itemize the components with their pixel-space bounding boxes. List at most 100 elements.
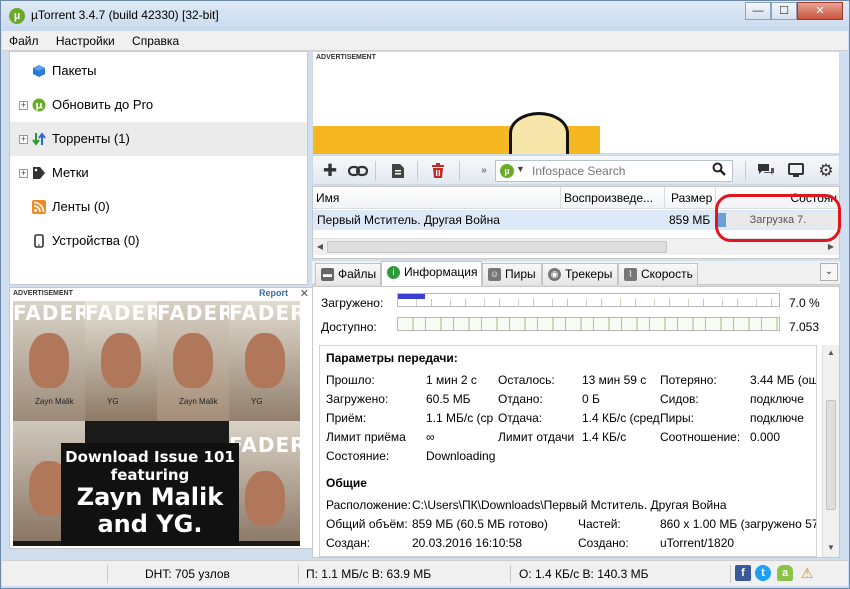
search-icon[interactable]: [712, 162, 726, 179]
warning-icon[interactable]: ⚠: [799, 565, 815, 581]
upload-speed-label: Отдача:: [498, 411, 543, 425]
menu-help[interactable]: Справка: [125, 31, 186, 51]
scroll-up-icon[interactable]: ▲: [825, 347, 837, 359]
sidebar-item-label: Пакеты: [52, 63, 97, 78]
scroll-down-icon[interactable]: ▼: [825, 542, 837, 554]
expand-icon[interactable]: +: [19, 101, 28, 110]
tab-info[interactable]: i Информация: [381, 261, 482, 286]
pieces-label: Частей:: [578, 517, 621, 531]
menu-settings[interactable]: Настройки: [49, 31, 122, 51]
downloaded-amount-label: Загружено:: [326, 392, 389, 406]
top-advertisement[interactable]: ADVERTISEMENT: [312, 51, 840, 154]
device-icon: [34, 234, 44, 248]
magazine-title: FADER: [229, 301, 300, 325]
sidebar-item-labels[interactable]: + Метки: [10, 156, 307, 190]
uploaded-label: Отдано:: [498, 392, 543, 406]
sidebar-item-devices[interactable]: Устройства (0): [10, 224, 307, 258]
android-icon[interactable]: a: [777, 565, 793, 581]
maximize-button[interactable]: ☐: [771, 2, 797, 20]
tab-files[interactable]: ▬ Файлы: [315, 263, 381, 285]
ad-label: ADVERTISEMENT: [316, 54, 376, 61]
dht-status[interactable]: DHT: 705 узлов: [145, 567, 230, 581]
tab-speed[interactable]: ⌇ Скорость: [618, 263, 698, 285]
cover-name: YG: [251, 397, 263, 406]
sidebar-item-torrents[interactable]: + Торренты (1): [10, 122, 307, 156]
expand-icon[interactable]: +: [19, 135, 28, 144]
facebook-icon[interactable]: f: [735, 565, 751, 581]
scrollbar-thumb[interactable]: [327, 241, 667, 253]
total-size-label: Общий объём:: [326, 517, 408, 531]
title-bar: µ µTorrent 3.4.7 (build 42330) [32-bit] …: [1, 1, 849, 31]
tab-peers[interactable]: ☺ Пиры: [482, 263, 542, 285]
downloaded-bar: [397, 293, 780, 307]
sidebar: Пакеты + µ Обновить до Pro + Торренты (1…: [9, 51, 308, 285]
torrents-arrows-icon: [32, 132, 46, 146]
package-icon: [33, 65, 45, 77]
toolbar: ✚ » µ ▼ ⚙: [312, 155, 840, 185]
remote-icon[interactable]: [785, 160, 807, 182]
ad-label: ADVERTISEMENT: [13, 290, 73, 297]
overflow-chevron-icon[interactable]: »: [473, 160, 495, 182]
created-label: Создан:: [326, 536, 371, 550]
peers-value: подключе: [750, 411, 804, 425]
seeds-value: подключе: [750, 392, 804, 406]
uploaded-value: 0 Б: [582, 392, 600, 406]
torrent-size: 859 МБ: [669, 213, 711, 227]
search-input[interactable]: [532, 163, 708, 179]
ad-report-link[interactable]: Report: [259, 288, 288, 298]
sidebar-item-feeds[interactable]: Ленты (0): [10, 190, 307, 224]
downloaded-pieces: [398, 299, 779, 306]
incoming-status[interactable]: П: 1.1 МБ/с В: 63.9 МБ: [306, 567, 431, 581]
twitter-icon[interactable]: t: [755, 565, 771, 581]
available-bar: [397, 317, 780, 331]
cover-name: YG: [107, 397, 119, 406]
chevron-down-icon[interactable]: ▼: [516, 164, 525, 174]
utorrent-logo-icon: µ: [500, 164, 514, 178]
add-link-icon[interactable]: [347, 160, 369, 182]
window-controls: — ☐ ✕: [745, 2, 843, 20]
upload-limit-label: Лимит отдачи: [498, 430, 575, 444]
search-box: µ ▼: [495, 160, 733, 182]
menu-file[interactable]: Файл: [2, 31, 46, 51]
column-size[interactable]: Размер: [665, 187, 716, 209]
state-label: Состояние:: [326, 449, 390, 463]
remaining-label: Осталось:: [498, 373, 555, 387]
chat-icon[interactable]: [755, 160, 777, 182]
delete-icon[interactable]: [427, 160, 449, 182]
sidebar-item-bundles[interactable]: Пакеты: [10, 54, 307, 88]
window-title: µTorrent 3.4.7 (build 42330) [32-bit]: [31, 8, 219, 22]
scrollbar-thumb[interactable]: [826, 400, 836, 510]
scroll-right-icon[interactable]: ▶: [825, 241, 837, 253]
vertical-scrollbar[interactable]: ▲ ▼: [822, 345, 839, 557]
ratio-label: Соотношение:: [660, 430, 741, 444]
location-value: C:\Users\ПК\Downloads\Первый Мститель. Д…: [412, 498, 727, 512]
sidebar-item-label: Метки: [52, 165, 89, 180]
outgoing-status[interactable]: О: 1.4 КБ/с В: 140.3 МБ: [519, 567, 648, 581]
expand-icon[interactable]: +: [19, 169, 28, 178]
available-pieces: [398, 318, 779, 330]
collapse-panel-icon[interactable]: ⌄: [820, 263, 838, 281]
folder-icon: ▬: [321, 268, 334, 281]
utorrent-logo-icon: µ: [32, 98, 46, 112]
tab-trackers[interactable]: ◉ Трекеры: [542, 263, 618, 285]
scroll-left-icon[interactable]: ◀: [314, 241, 326, 253]
magazine-title: FADER: [157, 301, 235, 325]
column-play[interactable]: Воспроизведе...: [561, 187, 665, 209]
sidebar-item-upgrade-pro[interactable]: + µ Обновить до Pro: [10, 88, 307, 122]
minimize-button[interactable]: —: [745, 2, 771, 20]
location-label: Расположение:: [326, 498, 411, 512]
sidebar-item-label: Торренты (1): [52, 131, 130, 146]
settings-icon[interactable]: ⚙: [815, 160, 837, 182]
left-advertisement: ADVERTISEMENT Report ✕ FADER Zayn Malik F…: [9, 287, 313, 549]
tag-icon: [33, 167, 45, 179]
general-title: Общие: [326, 476, 367, 490]
ad-image[interactable]: FADER Zayn Malik FADER YG FADER Zayn Malik …: [13, 301, 300, 546]
create-torrent-icon[interactable]: [387, 160, 409, 182]
add-torrent-icon[interactable]: ✚: [319, 160, 341, 182]
close-button[interactable]: ✕: [797, 2, 843, 20]
column-name[interactable]: Имя: [313, 187, 561, 209]
cover-name: Zayn Malik: [179, 397, 218, 406]
sidebar-item-label: Обновить до Pro: [52, 97, 154, 112]
ad-close-button[interactable]: ✕: [300, 287, 309, 300]
wasted-label: Потеряно:: [660, 373, 717, 387]
